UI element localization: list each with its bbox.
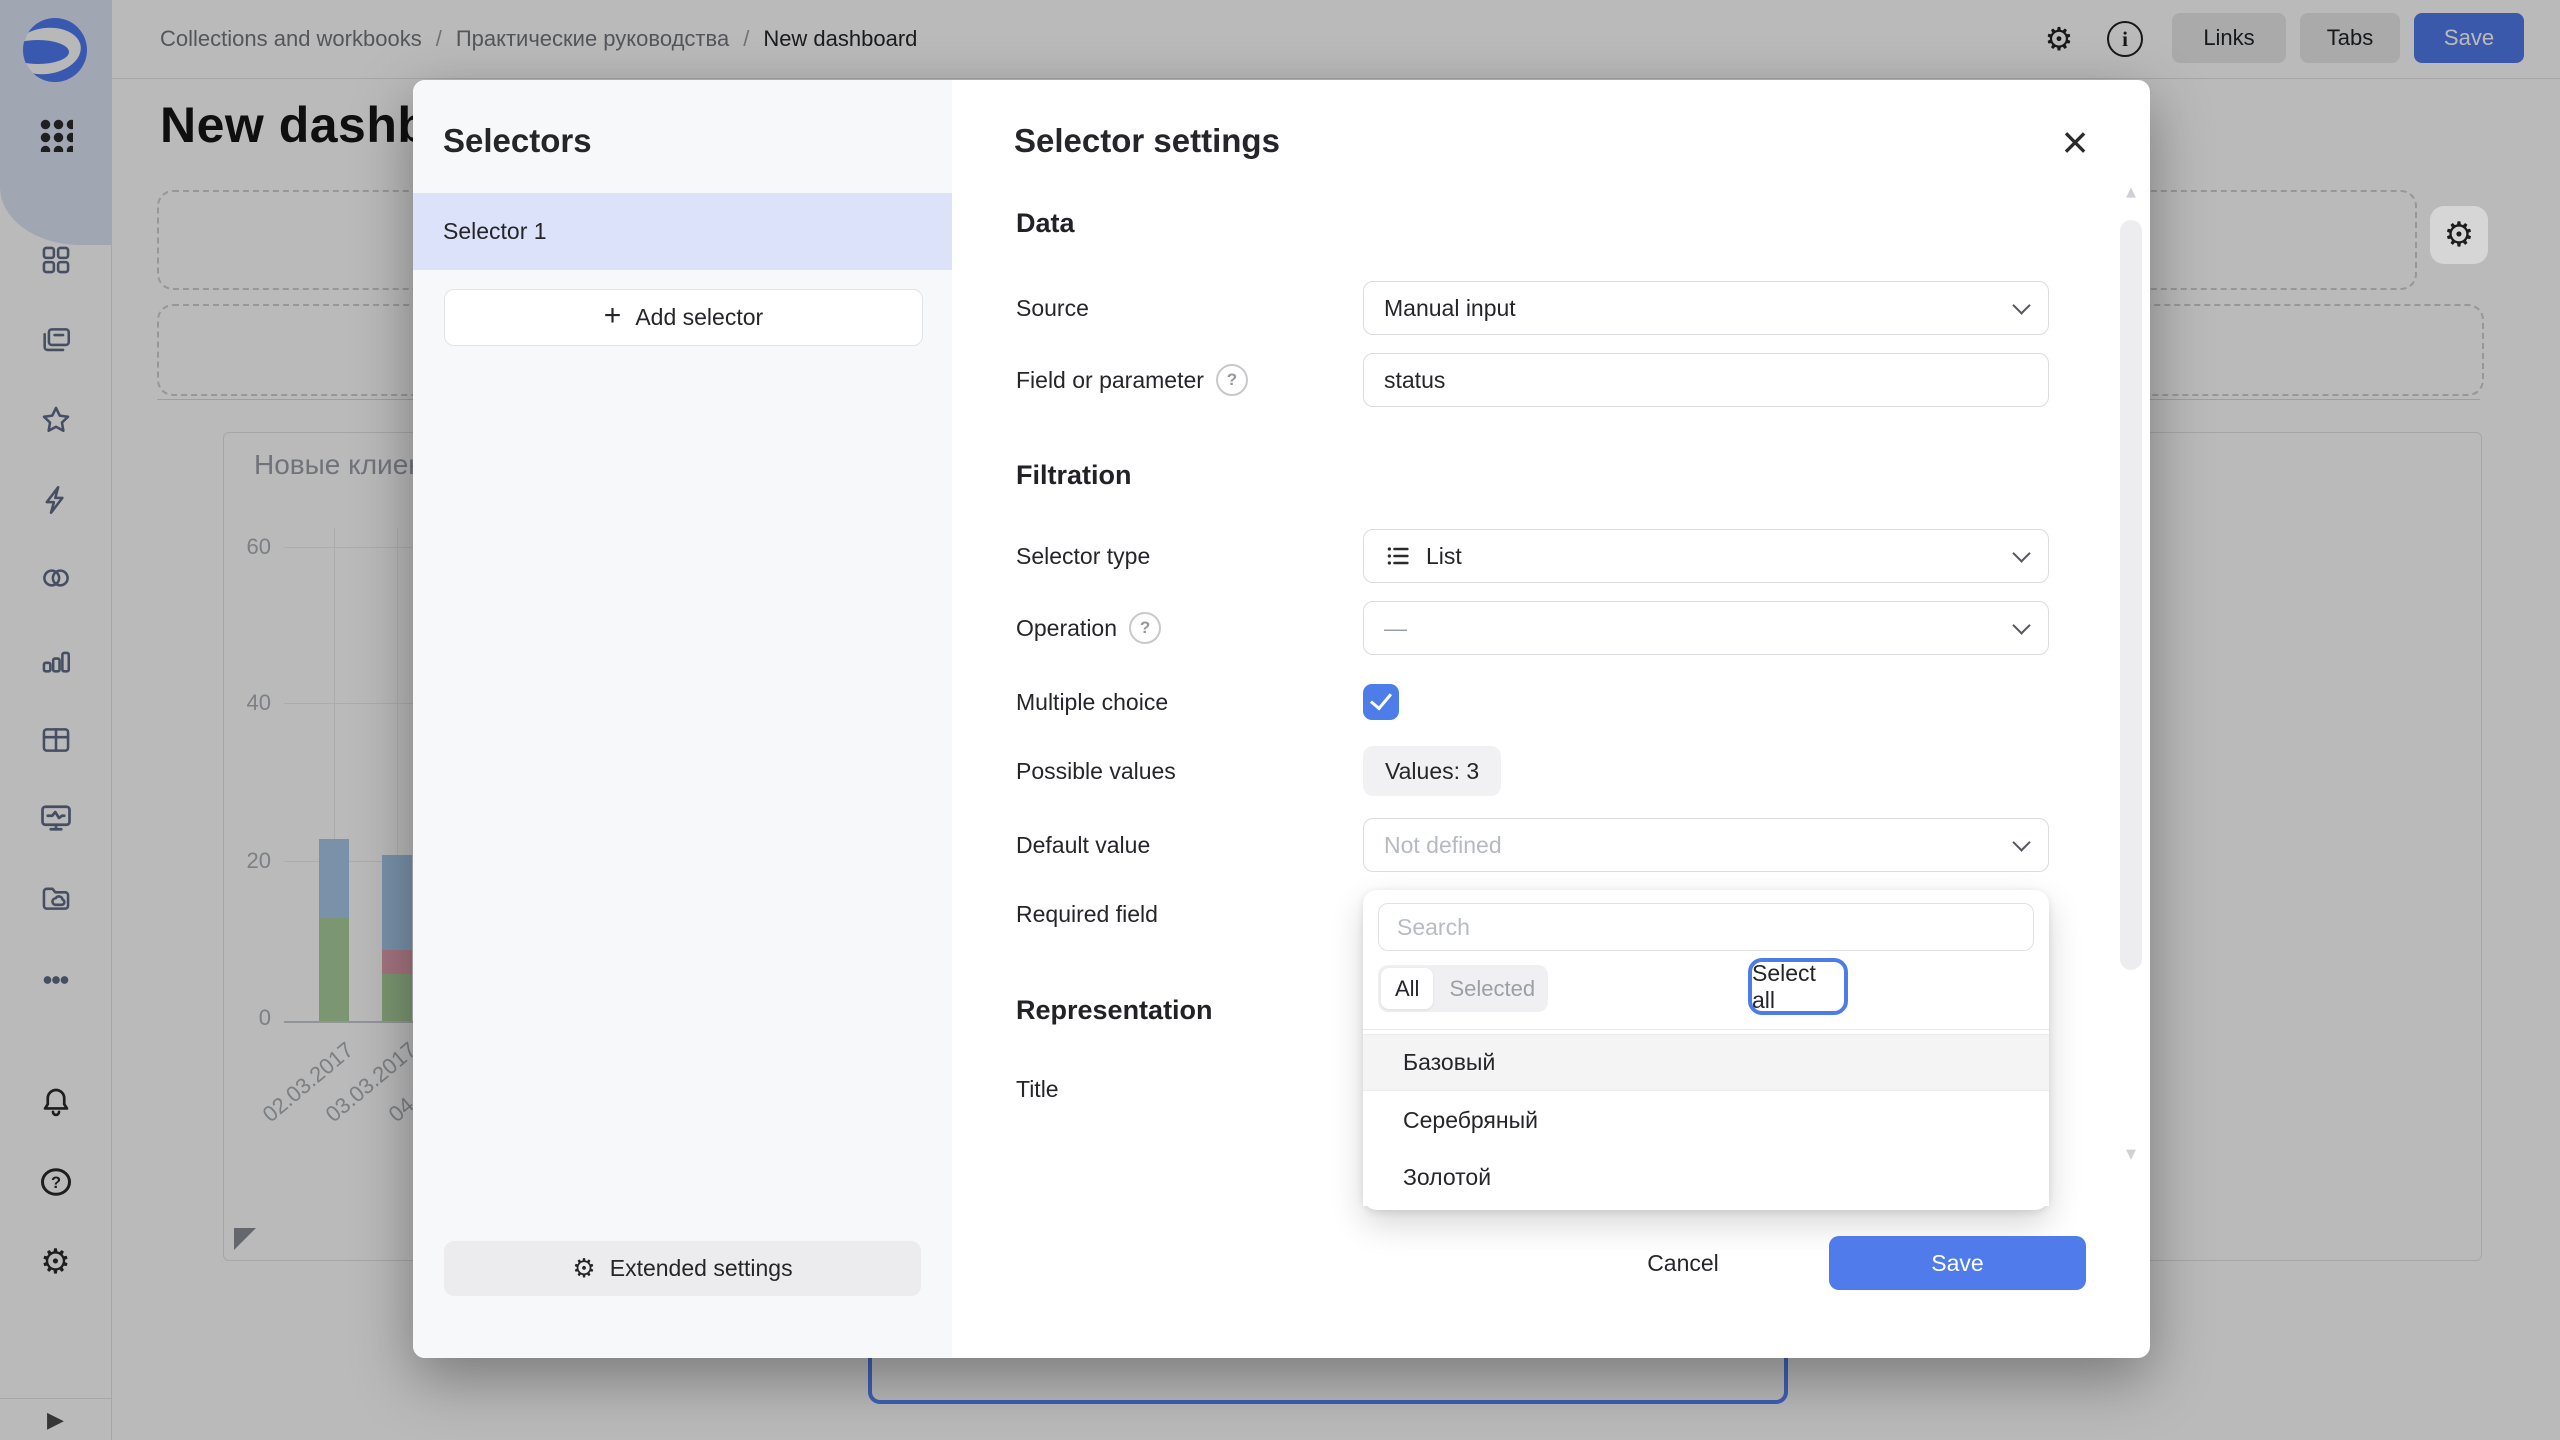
screen: Collections and workbooks / Практические…	[0, 0, 2560, 1440]
default-value-select[interactable]: Not defined	[1363, 818, 2049, 872]
plus-icon: +	[604, 301, 622, 331]
cancel-button[interactable]: Cancel	[1623, 1236, 1743, 1290]
source-label: Source	[1016, 281, 1089, 335]
dropdown-option[interactable]: Серебряный	[1363, 1092, 2049, 1149]
dropdown-option[interactable]: Золотой	[1363, 1149, 2049, 1206]
add-selector-button[interactable]: + Add selector	[444, 289, 923, 346]
dialog-save-button[interactable]: Save	[1829, 1236, 2086, 1290]
source-value: Manual input	[1384, 295, 2001, 322]
operation-value: —	[1384, 615, 2001, 642]
chevron-down-icon	[2012, 833, 2030, 851]
field-or-parameter-input[interactable]	[1363, 353, 2049, 407]
select-all-button[interactable]: Select all	[1748, 958, 1848, 1015]
dropdown-option[interactable]: Базовый	[1363, 1034, 2049, 1091]
selector-type-select[interactable]: List	[1363, 529, 2049, 583]
multiple-choice-label: Multiple choice	[1016, 675, 1168, 729]
required-field-label: Required field	[1016, 887, 1158, 941]
selector-list-item[interactable]: Selector 1	[413, 193, 952, 270]
multiple-choice-checkbox[interactable]	[1363, 684, 1399, 720]
tab-selected[interactable]: Selected	[1433, 976, 1551, 1002]
gear-icon: ⚙	[2444, 215, 2474, 255]
widget-settings-button[interactable]: ⚙	[2430, 206, 2488, 264]
selectors-dialog: Selectors Selector 1 + Add selector ⚙ Ex…	[413, 80, 2150, 1358]
add-selector-label: Add selector	[635, 304, 763, 331]
settings-panel-title: Selector settings	[1014, 122, 1280, 160]
chevron-down-icon	[2012, 616, 2030, 634]
help-circle-icon[interactable]: ?	[1129, 612, 1161, 644]
possible-values-chip[interactable]: Values: 3	[1363, 746, 1501, 796]
selector-item-label: Selector 1	[443, 218, 547, 245]
field-or-parameter-label: Field or parameter ?	[1016, 353, 1248, 407]
section-heading-data: Data	[1016, 208, 1075, 239]
scroll-up-arrow[interactable]: ▲	[2115, 182, 2147, 204]
close-button[interactable]: ×	[2047, 114, 2103, 170]
title-label: Title	[1016, 1062, 1059, 1116]
selectors-panel: Selectors Selector 1 + Add selector ⚙ Ex…	[413, 80, 952, 1358]
dropdown-divider	[1363, 1029, 2049, 1030]
filter-tabs: All Selected	[1378, 965, 1548, 1012]
selector-type-label: Selector type	[1016, 529, 1150, 583]
search-input[interactable]	[1378, 903, 2034, 951]
selectors-panel-title: Selectors	[443, 122, 592, 160]
close-icon: ×	[2062, 119, 2089, 165]
default-value-placeholder: Not defined	[1384, 832, 2001, 859]
default-value-label: Default value	[1016, 818, 1150, 872]
default-value-dropdown: All Selected Select all Базовый Серебрян…	[1363, 890, 2049, 1210]
list-icon	[1384, 542, 1412, 570]
chevron-down-icon	[2012, 296, 2030, 314]
chevron-down-icon	[2012, 544, 2030, 562]
selector-type-value: List	[1426, 543, 2001, 570]
scrollbar-thumb[interactable]	[2120, 220, 2142, 970]
section-heading-filtration: Filtration	[1016, 460, 1132, 491]
gear-icon: ⚙	[572, 1256, 595, 1282]
extended-settings-label: Extended settings	[610, 1255, 793, 1282]
source-select[interactable]: Manual input	[1363, 281, 2049, 335]
possible-values-label: Possible values	[1016, 744, 1176, 798]
operation-select[interactable]: —	[1363, 601, 2049, 655]
extended-settings-button[interactable]: ⚙ Extended settings	[444, 1241, 921, 1296]
scroll-down-arrow[interactable]: ▼	[2115, 1144, 2147, 1166]
operation-label: Operation ?	[1016, 601, 1161, 655]
help-circle-icon[interactable]: ?	[1216, 364, 1248, 396]
tab-all[interactable]: All	[1381, 968, 1433, 1009]
section-heading-representation: Representation	[1016, 995, 1213, 1026]
